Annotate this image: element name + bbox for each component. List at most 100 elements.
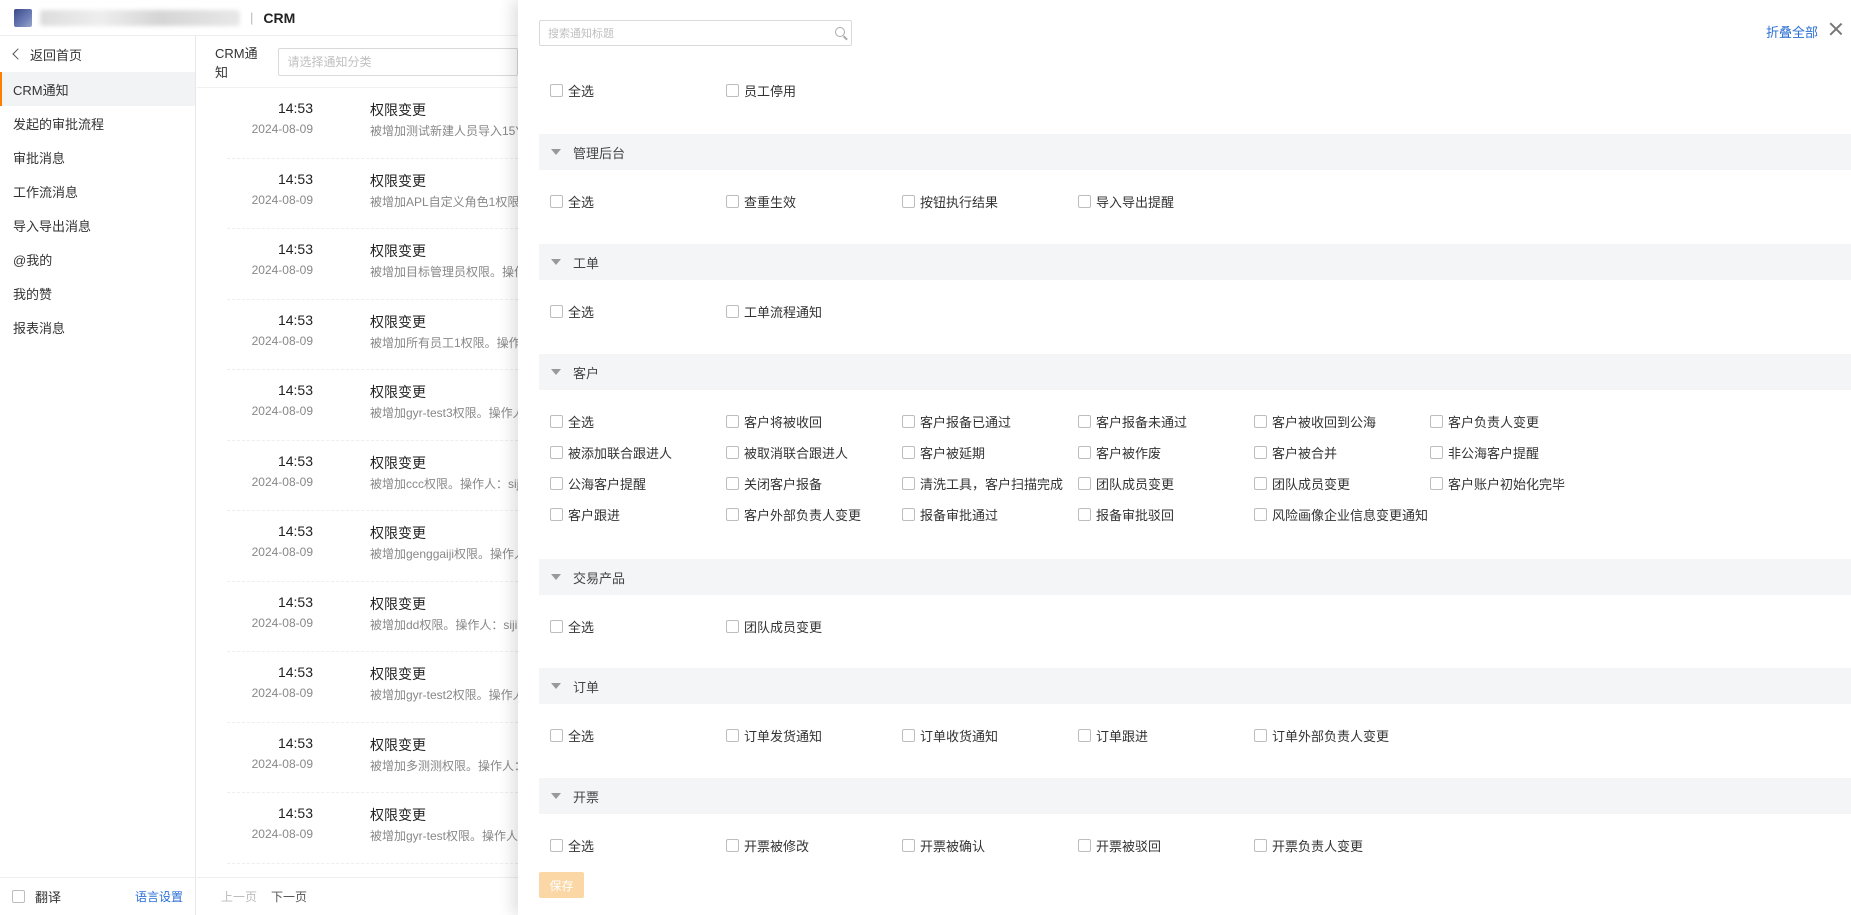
message-item[interactable]: 14:53 2024-08-09 权限变更 被增加gyr-test权限。操作人：sij…: [227, 793, 548, 864]
option-checkbox[interactable]: 客户将被收回: [726, 412, 822, 431]
sidebar-item-approval-messages[interactable]: 审批消息: [0, 140, 195, 174]
checkbox-box[interactable]: [550, 305, 563, 318]
sidebar-item-likes[interactable]: 我的赞: [0, 276, 195, 310]
message-item[interactable]: 14:53 2024-08-09 权限变更 被增加genggaiji权限。操作人：si: [227, 511, 547, 582]
checkbox-box[interactable]: [1254, 729, 1267, 742]
option-checkbox[interactable]: 订单收货通知: [902, 726, 998, 745]
message-item[interactable]: 14:53 2024-08-09 权限变更 被增加目标管理员权限。操作人：s: [227, 229, 548, 300]
section-header[interactable]: 交易产品: [539, 559, 1851, 595]
message-item[interactable]: 14:53 2024-08-09 权限变更 被增加dd权限。操作人：sijia1111: [227, 582, 548, 652]
checkbox-box[interactable]: [550, 620, 563, 633]
sidebar-item-report-messages[interactable]: 报表消息: [0, 310, 195, 344]
checkbox-box[interactable]: [902, 415, 915, 428]
option-checkbox[interactable]: 开票被确认: [902, 836, 985, 855]
section-header[interactable]: 客户: [539, 354, 1851, 390]
option-checkbox[interactable]: 团队成员变更: [1254, 474, 1350, 493]
option-checkbox[interactable]: 按钮执行结果: [902, 192, 998, 211]
option-checkbox[interactable]: 开票被驳回: [1078, 836, 1161, 855]
message-item[interactable]: 14:53 2024-08-09 权限变更 被增加gyr-test2权限。操作人：si…: [227, 652, 548, 723]
checkbox-box[interactable]: [726, 195, 739, 208]
section-header[interactable]: 订单: [539, 668, 1851, 704]
option-checkbox[interactable]: 订单发货通知: [726, 726, 822, 745]
option-checkbox[interactable]: 查重生效: [726, 192, 796, 211]
checkbox-box[interactable]: [902, 446, 915, 459]
option-checkbox[interactable]: 报备审批通过: [902, 505, 998, 524]
checkbox-box[interactable]: [1254, 839, 1267, 852]
translate-checkbox[interactable]: [12, 890, 25, 903]
option-checkbox[interactable]: 客户外部负责人变更: [726, 505, 861, 524]
option-checkbox[interactable]: 开票被修改: [726, 836, 809, 855]
checkbox-box[interactable]: [902, 508, 915, 521]
checkbox-box[interactable]: [550, 195, 563, 208]
option-checkbox[interactable]: 非公海客户提醒: [1430, 443, 1539, 462]
checkbox-box[interactable]: [902, 839, 915, 852]
checkbox-box[interactable]: [726, 508, 739, 521]
checkbox-box[interactable]: [1254, 508, 1267, 521]
checkbox-box[interactable]: [1254, 415, 1267, 428]
prev-page-button[interactable]: 上一页: [221, 888, 257, 905]
checkbox-box[interactable]: [550, 446, 563, 459]
checkbox-box[interactable]: [1078, 477, 1091, 490]
checkbox-box[interactable]: [726, 305, 739, 318]
checkbox-box[interactable]: [726, 839, 739, 852]
checkbox-box[interactable]: [1430, 477, 1443, 490]
option-checkbox[interactable]: 客户被作废: [1078, 443, 1161, 462]
language-settings-link[interactable]: 语言设置: [135, 888, 183, 905]
option-checkbox[interactable]: 开票负责人变更: [1254, 836, 1363, 855]
message-item[interactable]: 14:53 2024-08-09 权限变更 被增加测试新建人员导入15Y4权限: [227, 88, 548, 159]
checkbox-box[interactable]: [550, 477, 563, 490]
sidebar-item-workflow-messages[interactable]: 工作流消息: [0, 174, 195, 208]
option-checkbox[interactable]: 全选: [550, 617, 594, 636]
sidebar-item-initiated-approvals[interactable]: 发起的审批流程: [0, 106, 195, 140]
message-item[interactable]: 14:53 2024-08-09 权限变更 被增加ccc权限。操作人：sijia111: [227, 441, 547, 511]
option-checkbox[interactable]: 全选: [550, 81, 594, 100]
checkbox-box[interactable]: [726, 477, 739, 490]
message-item[interactable]: 14:53 2024-08-09 权限变更 被增加APL自定义角色1权限。操作: [227, 159, 548, 229]
option-checkbox[interactable]: 关闭客户报备: [726, 474, 822, 493]
close-icon[interactable]: [1829, 22, 1843, 36]
next-page-button[interactable]: 下一页: [271, 888, 307, 905]
checkbox-box[interactable]: [1254, 446, 1267, 459]
option-checkbox[interactable]: 全选: [550, 726, 594, 745]
notice-search-input[interactable]: 搜索通知标题: [539, 20, 852, 46]
checkbox-box[interactable]: [726, 620, 739, 633]
option-checkbox[interactable]: 全选: [550, 412, 594, 431]
option-checkbox[interactable]: 全选: [550, 192, 594, 211]
option-checkbox[interactable]: 员工停用: [726, 81, 796, 100]
checkbox-box[interactable]: [1078, 729, 1091, 742]
checkbox-box[interactable]: [550, 415, 563, 428]
message-item[interactable]: 14:53 2024-08-09 权限变更 被增加多测测权限。操作人：sijia1: [227, 723, 548, 793]
checkbox-box[interactable]: [1078, 415, 1091, 428]
checkbox-box[interactable]: [726, 84, 739, 97]
option-checkbox[interactable]: 订单跟进: [1078, 726, 1148, 745]
checkbox-box[interactable]: [902, 729, 915, 742]
message-item[interactable]: 14:53 2024-08-09 权限变更 被增加gyr-test3权限。操作人：si…: [227, 370, 548, 441]
option-checkbox[interactable]: 全选: [550, 836, 594, 855]
option-checkbox[interactable]: 团队成员变更: [1078, 474, 1174, 493]
option-checkbox[interactable]: 全选: [550, 302, 594, 321]
option-checkbox[interactable]: 清洗工具，客户扫描完成: [902, 474, 1063, 493]
checkbox-box[interactable]: [726, 729, 739, 742]
checkbox-box[interactable]: [726, 446, 739, 459]
option-checkbox[interactable]: 客户跟进: [550, 505, 620, 524]
section-header[interactable]: 工单: [539, 244, 1851, 280]
option-checkbox[interactable]: 客户报备未通过: [1078, 412, 1187, 431]
option-checkbox[interactable]: 客户被延期: [902, 443, 985, 462]
sidebar-item-mentions[interactable]: @我的: [0, 242, 195, 276]
checkbox-box[interactable]: [1078, 839, 1091, 852]
option-checkbox[interactable]: 客户被收回到公海: [1254, 412, 1376, 431]
checkbox-box[interactable]: [550, 84, 563, 97]
option-checkbox[interactable]: 客户被合并: [1254, 443, 1337, 462]
option-checkbox[interactable]: 被添加联合跟进人: [550, 443, 672, 462]
option-checkbox[interactable]: 工单流程通知: [726, 302, 822, 321]
section-header[interactable]: 管理后台: [539, 134, 1851, 170]
checkbox-box[interactable]: [1430, 415, 1443, 428]
option-checkbox[interactable]: 报备审批驳回: [1078, 505, 1174, 524]
checkbox-box[interactable]: [1430, 446, 1443, 459]
checkbox-box[interactable]: [1078, 446, 1091, 459]
message-item[interactable]: 14:53 2024-08-09 权限变更 被增加所有员工1权限。操作人：s: [227, 300, 548, 370]
option-checkbox[interactable]: 风险画像企业信息变更通知: [1254, 505, 1428, 524]
option-checkbox[interactable]: 导入导出提醒: [1078, 192, 1174, 211]
checkbox-box[interactable]: [1078, 195, 1091, 208]
sidebar-item-crm-notice[interactable]: CRM通知: [0, 72, 195, 106]
